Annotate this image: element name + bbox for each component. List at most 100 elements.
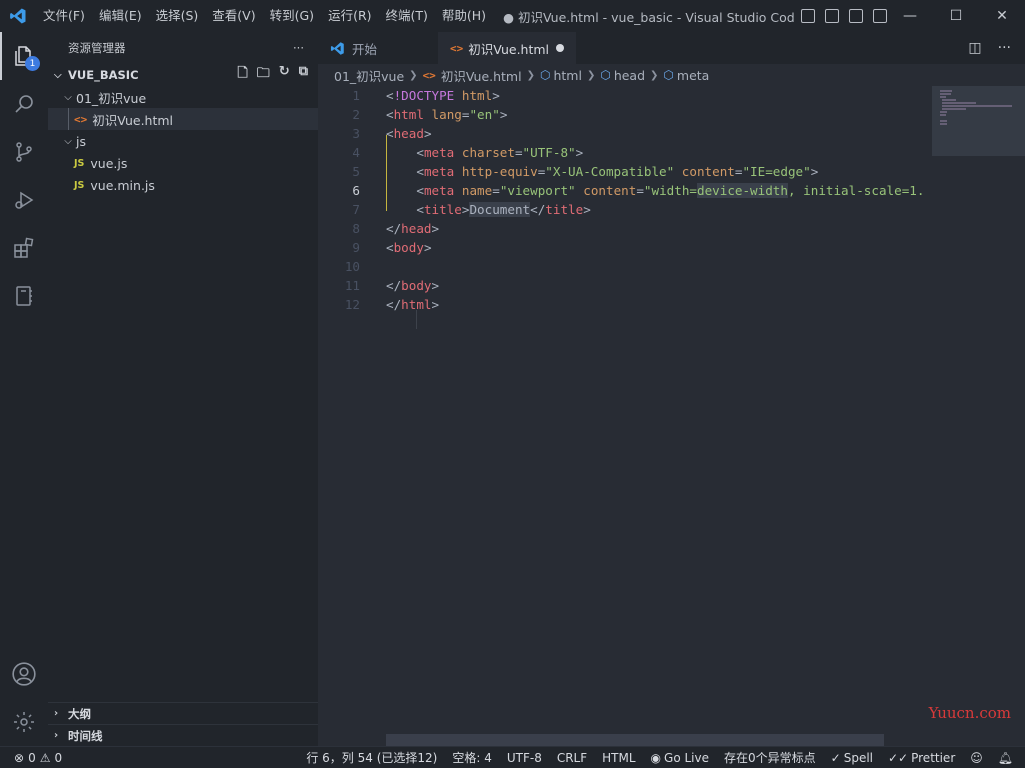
chevron-right-icon: ❯ xyxy=(409,69,418,81)
watermark-text: Yuucn.com xyxy=(928,704,1011,722)
line-number: 10 xyxy=(344,259,360,274)
line-number: 2 xyxy=(352,107,360,122)
indent-guide xyxy=(68,108,69,130)
menu-run[interactable]: 运行(R) xyxy=(321,0,378,32)
workspace-name: VUE_BASIC xyxy=(68,68,139,82)
menu-edit[interactable]: 编辑(E) xyxy=(92,0,149,32)
extensions-icon[interactable] xyxy=(0,224,48,272)
menu-file[interactable]: 文件(F) xyxy=(36,0,92,32)
breadcrumb-folder[interactable]: 01_初识vue xyxy=(334,66,404,85)
code-text: <title>Document</title> xyxy=(416,202,591,217)
source-control-icon[interactable] xyxy=(0,128,48,176)
minimize-button[interactable]: — xyxy=(887,0,933,32)
status-problems[interactable]: ⊗ 0 ⚠ 0 xyxy=(0,751,62,765)
account-icon[interactable] xyxy=(0,650,48,698)
menu-view[interactable]: 查看(V) xyxy=(205,0,262,32)
breadcrumb-html[interactable]: html xyxy=(553,68,581,83)
outline-label: 大纲 xyxy=(68,706,91,721)
spell-label: Spell xyxy=(843,750,873,765)
horizontal-scrollbar[interactable] xyxy=(386,734,884,746)
refresh-icon[interactable]: ↻ xyxy=(279,64,290,86)
toggle-primary-sidebar-icon[interactable] xyxy=(801,9,815,23)
run-debug-icon[interactable] xyxy=(0,176,48,224)
notifications-bell-icon[interactable]: 🔔︎ xyxy=(998,751,1013,765)
editor-actions: ◫ ··· xyxy=(968,32,1025,64)
maximize-button[interactable]: ☐ xyxy=(933,0,979,32)
activity-bar: 1 xyxy=(0,32,48,746)
new-folder-icon[interactable]: 🗀 xyxy=(257,64,270,86)
menu-selection[interactable]: 选择(S) xyxy=(149,0,206,32)
workspace-section-header[interactable]: ⌵ VUE_BASIC 🗋 🗀 ↻ ⧉ xyxy=(48,64,318,86)
toggle-panel-icon[interactable] xyxy=(825,9,839,23)
chevron-down-icon: ⌵ xyxy=(54,69,62,81)
language-mode[interactable]: HTML xyxy=(602,751,635,765)
line-ending[interactable]: CRLF xyxy=(557,751,587,765)
timeline-section-header[interactable]: › 时间线 xyxy=(48,724,318,746)
tree-file-html[interactable]: <> 初识Vue.html xyxy=(48,108,318,130)
menu-go[interactable]: 转到(G) xyxy=(263,0,321,32)
code-text: </head> xyxy=(386,221,440,236)
code-editor[interactable]: 1 <!DOCTYPE html> 2 <html lang="en"> 3 <hea… xyxy=(318,86,932,746)
toggle-secondary-sidebar-icon[interactable] xyxy=(849,9,863,23)
go-live-button[interactable]: ◉ Go Live xyxy=(651,751,709,765)
encoding[interactable]: UTF-8 xyxy=(507,751,542,765)
element-icon: ⬡ xyxy=(539,68,551,82)
tree-folder-01[interactable]: ⌵ 01_初识vue xyxy=(48,86,318,108)
line-number: 4 xyxy=(352,145,360,160)
code-text: </body> xyxy=(386,278,440,293)
js-file-icon: JS xyxy=(74,157,85,169)
minimap-line xyxy=(940,96,946,98)
new-file-icon[interactable]: 🗋 xyxy=(237,64,247,86)
line-number: 12 xyxy=(344,297,360,312)
files-icon[interactable]: 1 xyxy=(0,32,48,80)
chevron-right-icon: ❯ xyxy=(586,69,596,81)
breadcrumb-file[interactable]: 初识Vue.html xyxy=(441,66,522,85)
explorer-badge: 1 xyxy=(25,56,40,71)
minimap-line xyxy=(942,105,1012,107)
tree-file-vuejs[interactable]: JS vue.js xyxy=(48,152,318,174)
explorer-sidebar: 资源管理器 ··· ⌵ VUE_BASIC 🗋 🗀 ↻ ⧉ ⌵ 01_初识vue… xyxy=(48,32,318,746)
search-icon[interactable] xyxy=(0,80,48,128)
spell-button[interactable]: ✓ Spell xyxy=(831,751,873,765)
error-count: 0 xyxy=(28,750,36,765)
breadcrumb-meta[interactable]: meta xyxy=(677,68,709,83)
split-editor-icon[interactable]: ◫ xyxy=(968,40,981,56)
double-check-icon: ✓✓ xyxy=(888,750,909,765)
tab-label: 开始 xyxy=(352,41,378,57)
prettier-label: Prettier xyxy=(911,750,956,765)
modified-dot-icon[interactable] xyxy=(556,44,564,52)
minimap-line xyxy=(940,90,952,92)
vscode-logo-icon xyxy=(0,0,36,32)
prettier-button[interactable]: ✓✓ Prettier xyxy=(888,751,955,765)
tree-folder-js[interactable]: ⌵ js xyxy=(48,130,318,152)
tab-welcome[interactable]: 开始 xyxy=(318,32,438,64)
code-text: <meta http-equiv="X-UA-Compatible" conte… xyxy=(416,164,819,179)
js-file-icon: JS xyxy=(74,179,85,191)
cursor-position[interactable]: 行 6，列 54 (已选择12) xyxy=(306,749,437,766)
window-controls: — ☐ ✕ xyxy=(887,0,1025,32)
feedback-icon[interactable]: ☺ xyxy=(970,751,983,765)
explorer-more-button[interactable]: ··· xyxy=(293,41,304,55)
explorer-header: 资源管理器 ··· xyxy=(48,32,318,64)
chevron-right-icon: ❯ xyxy=(650,69,659,81)
customize-layout-icon[interactable] xyxy=(873,9,887,23)
close-button[interactable]: ✕ xyxy=(979,0,1025,32)
minimap[interactable] xyxy=(932,86,1025,746)
warning-count: 0 xyxy=(54,750,63,765)
tree-file-vueminjs[interactable]: JS vue.min.js xyxy=(48,174,318,196)
tab-html-file[interactable]: <> 初识Vue.html xyxy=(438,32,576,64)
punctuation-status[interactable]: 存在0个异常标点 xyxy=(724,749,816,766)
indentation[interactable]: 空格: 4 xyxy=(452,749,492,766)
menu-help[interactable]: 帮助(H) xyxy=(435,0,493,32)
breadcrumb: 01_初识vue ❯ <> 初识Vue.html ❯ ⬡ html ❯ ⬡ he… xyxy=(318,64,1025,86)
collapse-all-icon[interactable]: ⧉ xyxy=(299,64,308,86)
notebook-icon[interactable] xyxy=(0,272,48,320)
more-actions-icon[interactable]: ··· xyxy=(998,40,1011,56)
settings-gear-icon[interactable] xyxy=(0,698,48,746)
error-icon: ⊗ xyxy=(14,750,25,765)
outline-section-header[interactable]: › 大纲 xyxy=(48,702,318,724)
title-bar: 文件(F) 编辑(E) 选择(S) 查看(V) 转到(G) 运行(R) 终端(T… xyxy=(0,0,1025,32)
minimap-line xyxy=(942,99,956,101)
menu-terminal[interactable]: 终端(T) xyxy=(379,0,435,32)
breadcrumb-head[interactable]: head xyxy=(614,68,645,83)
